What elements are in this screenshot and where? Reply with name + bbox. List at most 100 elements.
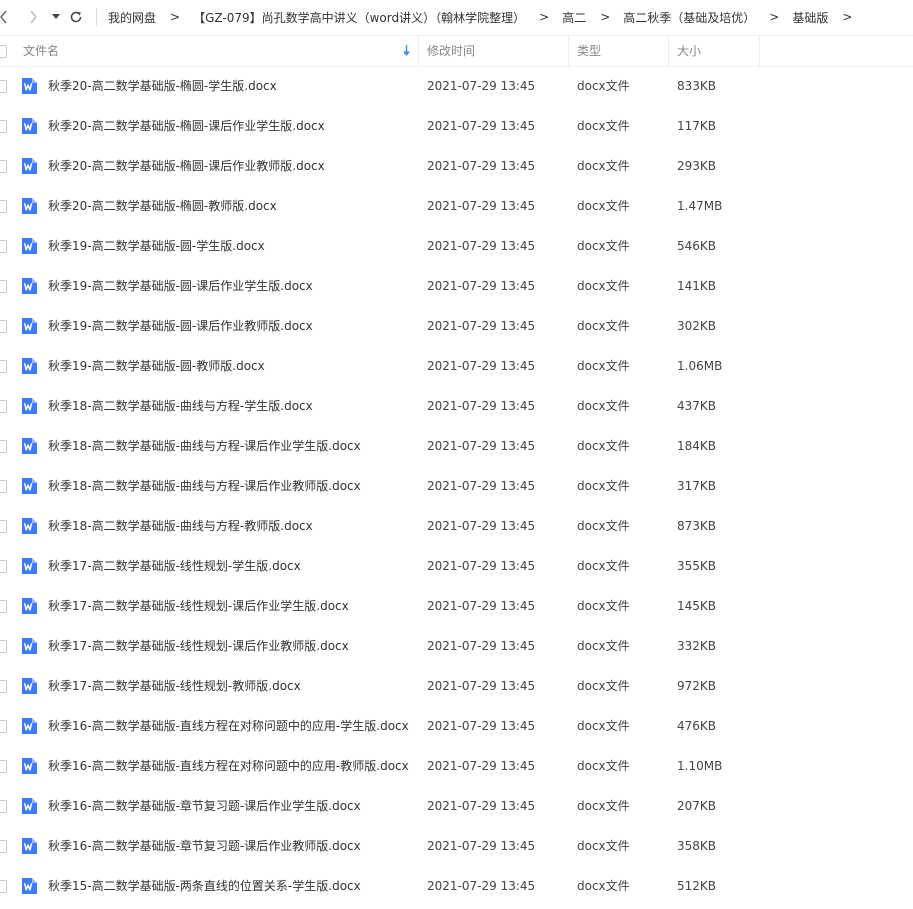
select-all-checkbox[interactable] [0,45,7,58]
file-size: 512KB [677,879,717,893]
file-row[interactable]: 秋季20-高二数学基础版-椭圆-课后作业教师版.docx 2021-07-29 … [0,146,913,186]
row-checkbox[interactable] [0,200,7,213]
file-name[interactable]: 秋季20-高二数学基础版-椭圆-课后作业教师版.docx [48,146,325,186]
file-row[interactable]: 秋季20-高二数学基础版-椭圆-学生版.docx 2021-07-29 13:4… [0,66,913,106]
file-name[interactable]: 秋季18-高二数学基础版-曲线与方程-课后作业教师版.docx [48,466,361,506]
file-type: docx文件 [577,199,630,213]
file-name[interactable]: 秋季16-高二数学基础版-章节复习题-课后作业教师版.docx [48,826,361,866]
word-document-icon [21,398,37,414]
row-checkbox[interactable] [0,280,7,293]
breadcrumb-item-root[interactable]: 我的网盘 [108,9,156,26]
file-row[interactable]: 秋季17-高二数学基础版-线性规划-教师版.docx 2021-07-29 13… [0,666,913,706]
file-row[interactable]: 秋季19-高二数学基础版-圆-学生版.docx 2021-07-29 13:45… [0,226,913,266]
word-document-icon [21,198,37,214]
back-button[interactable] [0,8,10,26]
file-name[interactable]: 秋季16-高二数学基础版-直线方程在对称问题中的应用-教师版.docx [48,746,409,786]
file-size: 293KB [677,159,717,173]
file-row[interactable]: 秋季18-高二数学基础版-曲线与方程-课后作业教师版.docx 2021-07-… [0,466,913,506]
file-type: docx文件 [577,279,630,293]
file-row[interactable]: 秋季17-高二数学基础版-线性规划-课后作业教师版.docx 2021-07-2… [0,626,913,666]
file-name[interactable]: 秋季18-高二数学基础版-曲线与方程-学生版.docx [48,386,313,426]
row-checkbox[interactable] [0,760,7,773]
row-checkbox[interactable] [0,840,7,853]
row-checkbox[interactable] [0,120,7,133]
breadcrumb-item-course[interactable]: 【GZ-079】尚孔数学高中讲义（word讲义）（翰林学院整理） [193,9,525,26]
sort-down-arrow-icon[interactable] [402,45,411,57]
row-checkbox[interactable] [0,720,7,733]
word-document-icon [21,758,37,774]
file-name[interactable]: 秋季17-高二数学基础版-线性规划-教师版.docx [48,666,301,706]
file-modified: 2021-07-29 13:45 [427,759,536,773]
file-name[interactable]: 秋季20-高二数学基础版-椭圆-学生版.docx [48,66,277,106]
file-type: docx文件 [577,759,630,773]
file-row[interactable]: 秋季18-高二数学基础版-曲线与方程-学生版.docx 2021-07-29 1… [0,386,913,426]
row-checkbox[interactable] [0,520,7,533]
row-checkbox[interactable] [0,600,7,613]
row-checkbox[interactable] [0,160,7,173]
breadcrumb-item-current[interactable]: 基础版 [792,9,828,26]
file-type: docx文件 [577,439,630,453]
file-list: 秋季20-高二数学基础版-椭圆-学生版.docx 2021-07-29 13:4… [0,66,913,906]
word-document-icon [21,838,37,854]
file-name[interactable]: 秋季20-高二数学基础版-椭圆-课后作业学生版.docx [48,106,325,146]
file-row[interactable]: 秋季20-高二数学基础版-椭圆-课后作业学生版.docx 2021-07-29 … [0,106,913,146]
file-name[interactable]: 秋季19-高二数学基础版-圆-教师版.docx [48,346,265,386]
file-name[interactable]: 秋季19-高二数学基础版-圆-课后作业教师版.docx [48,306,313,346]
breadcrumb-separator: > [170,10,181,24]
breadcrumb-separator: > [769,10,780,24]
file-row[interactable]: 秋季17-高二数学基础版-线性规划-课后作业学生版.docx 2021-07-2… [0,586,913,626]
file-name[interactable]: 秋季17-高二数学基础版-线性规划-课后作业教师版.docx [48,626,349,666]
breadcrumb-item-term[interactable]: 高二秋季（基础及培优） [623,9,755,26]
history-dropdown-button[interactable] [50,8,62,26]
file-name[interactable]: 秋季16-高二数学基础版-章节复习题-课后作业学生版.docx [48,786,361,826]
forward-button[interactable] [26,8,40,26]
row-checkbox[interactable] [0,560,7,573]
file-modified: 2021-07-29 13:45 [427,839,536,853]
file-name[interactable]: 秋季20-高二数学基础版-椭圆-教师版.docx [48,186,277,226]
row-checkbox[interactable] [0,640,7,653]
file-row[interactable]: 秋季17-高二数学基础版-线性规划-学生版.docx 2021-07-29 13… [0,546,913,586]
file-size: 1.06MB [677,359,723,373]
file-row[interactable]: 秋季18-高二数学基础版-曲线与方程-教师版.docx 2021-07-29 1… [0,506,913,546]
toolbar: 我的网盘 > 【GZ-079】尚孔数学高中讲义（word讲义）（翰林学院整理） … [0,0,913,34]
file-row[interactable]: 秋季19-高二数学基础版-圆-课后作业学生版.docx 2021-07-29 1… [0,266,913,306]
column-header-modified[interactable]: 修改时间 [427,36,475,66]
file-name[interactable]: 秋季18-高二数学基础版-曲线与方程-教师版.docx [48,506,313,546]
word-document-icon [21,438,37,454]
row-checkbox[interactable] [0,480,7,493]
row-checkbox[interactable] [0,440,7,453]
row-checkbox[interactable] [0,400,7,413]
row-checkbox[interactable] [0,80,7,93]
file-row[interactable]: 秋季16-高二数学基础版-直线方程在对称问题中的应用-学生版.docx 2021… [0,706,913,746]
file-row[interactable]: 秋季20-高二数学基础版-椭圆-教师版.docx 2021-07-29 13:4… [0,186,913,226]
file-name[interactable]: 秋季19-高二数学基础版-圆-课后作业学生版.docx [48,266,313,306]
row-checkbox[interactable] [0,680,7,693]
file-row[interactable]: 秋季19-高二数学基础版-圆-课后作业教师版.docx 2021-07-29 1… [0,306,913,346]
file-name[interactable]: 秋季18-高二数学基础版-曲线与方程-课后作业学生版.docx [48,426,361,466]
refresh-button[interactable] [67,8,85,26]
file-row[interactable]: 秋季15-高二数学基础版-两条直线的位置关系-学生版.docx 2021-07-… [0,866,913,906]
file-modified: 2021-07-29 13:45 [427,399,536,413]
file-size: 833KB [677,79,717,93]
file-row[interactable]: 秋季16-高二数学基础版-章节复习题-课后作业学生版.docx 2021-07-… [0,786,913,826]
file-name[interactable]: 秋季17-高二数学基础版-线性规划-学生版.docx [48,546,301,586]
row-checkbox[interactable] [0,240,7,253]
word-document-icon [21,278,37,294]
file-name[interactable]: 秋季16-高二数学基础版-直线方程在对称问题中的应用-学生版.docx [48,706,409,746]
column-header-size[interactable]: 大小 [677,36,701,66]
file-size: 873KB [677,519,717,533]
file-name[interactable]: 秋季17-高二数学基础版-线性规划-课后作业学生版.docx [48,586,349,626]
file-row[interactable]: 秋季18-高二数学基础版-曲线与方程-课后作业学生版.docx 2021-07-… [0,426,913,466]
column-header-type[interactable]: 类型 [577,36,601,66]
row-checkbox[interactable] [0,360,7,373]
file-name[interactable]: 秋季15-高二数学基础版-两条直线的位置关系-学生版.docx [48,866,361,906]
column-header-name[interactable]: 文件名 [23,36,59,66]
file-row[interactable]: 秋季16-高二数学基础版-直线方程在对称问题中的应用-教师版.docx 2021… [0,746,913,786]
file-row[interactable]: 秋季19-高二数学基础版-圆-教师版.docx 2021-07-29 13:45… [0,346,913,386]
file-row[interactable]: 秋季16-高二数学基础版-章节复习题-课后作业教师版.docx 2021-07-… [0,826,913,866]
row-checkbox[interactable] [0,320,7,333]
breadcrumb-item-grade[interactable]: 高二 [562,9,586,26]
row-checkbox[interactable] [0,880,7,893]
file-name[interactable]: 秋季19-高二数学基础版-圆-学生版.docx [48,226,265,266]
row-checkbox[interactable] [0,800,7,813]
